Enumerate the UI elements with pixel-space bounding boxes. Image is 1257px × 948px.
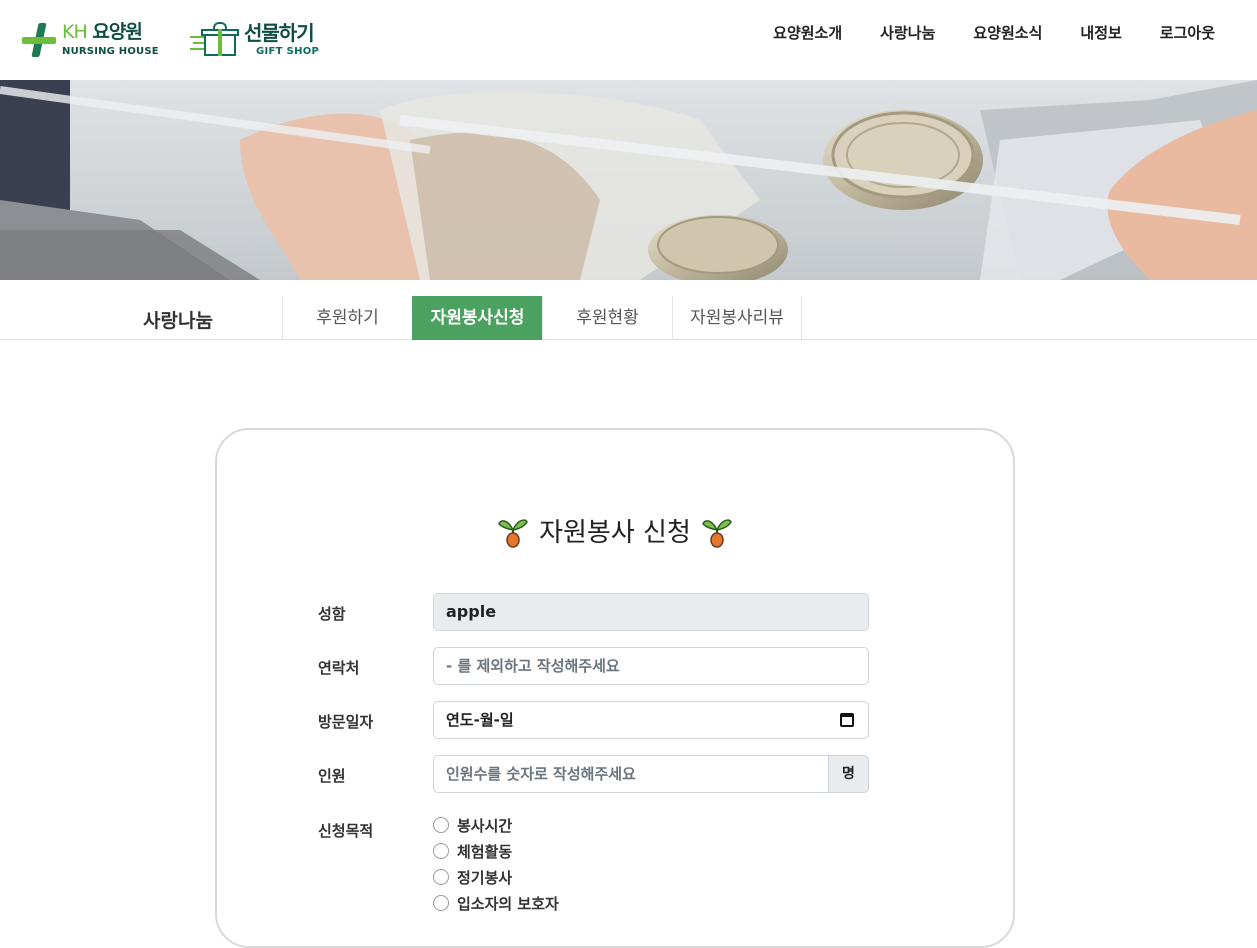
logo-prefix: KH	[62, 21, 88, 43]
radio-label: 체험활동	[457, 842, 513, 861]
nav-about[interactable]: 요양원소개	[754, 22, 861, 44]
gift-box-icon	[190, 22, 240, 58]
nav-news[interactable]: 요양원소식	[954, 22, 1061, 44]
form-title-text: 자원봉사 신청	[539, 518, 691, 548]
nav-logout[interactable]: 로그아웃	[1141, 22, 1215, 44]
section-title: 사랑나눔	[143, 310, 213, 332]
logo-name: 요양원	[92, 21, 142, 43]
header: KH 요양원 NURSING HOUSE 선물하기 GIFT SHOP 요양원소…	[0, 0, 1257, 80]
sub-tabs: 후원하기 자원봉사신청 후원현황 자원봉사리뷰	[282, 296, 802, 340]
purpose-radio-group: 봉사시간 체험활동 정기봉사 입소자의 보호자	[433, 812, 559, 916]
volunteer-form-card: 자원봉사 신청 성함 apple 연락처 - 를 제외하고 작성해주세요 방문일…	[215, 428, 1015, 948]
calendar-icon[interactable]	[840, 713, 854, 727]
cross-logo-icon	[20, 21, 58, 59]
contact-input[interactable]: - 를 제외하고 작성해주세요	[433, 647, 869, 685]
people-label: 인원	[318, 767, 346, 785]
name-field[interactable]: apple	[433, 593, 869, 631]
people-input[interactable]: 인원수를 숫자로 작성해주세요	[433, 755, 829, 793]
purpose-option-guardian[interactable]: 입소자의 보호자	[433, 890, 559, 916]
visit-date-label: 방문일자	[318, 713, 374, 731]
hero-banner	[0, 80, 1257, 280]
donation-box-image	[0, 80, 1257, 280]
gift-shop-logo[interactable]: 선물하기 GIFT SHOP	[190, 20, 319, 60]
tab-donate[interactable]: 후원하기	[282, 296, 412, 340]
visit-date-input[interactable]: 연도-월-일	[433, 701, 869, 739]
radio-label: 봉사시간	[457, 816, 513, 835]
form-title: 자원봉사 신청	[217, 512, 1013, 549]
radio-button[interactable]	[433, 895, 449, 911]
gift-subtitle: GIFT SHOP	[256, 46, 320, 57]
nav-my-info[interactable]: 내정보	[1061, 22, 1140, 44]
sprout-icon	[702, 518, 732, 548]
people-unit: 명	[828, 755, 869, 793]
contact-label: 연락처	[318, 659, 360, 677]
name-label: 성함	[318, 605, 346, 623]
radio-label: 정기봉사	[457, 868, 513, 887]
logo-subtitle: NURSING HOUSE	[62, 46, 159, 57]
nav-sharing[interactable]: 사랑나눔	[861, 22, 954, 44]
purpose-option-regular[interactable]: 정기봉사	[433, 864, 559, 890]
main-nav: 요양원소개 사랑나눔 요양원소식 내정보 로그아웃	[754, 22, 1215, 44]
purpose-label: 신청목적	[318, 822, 374, 840]
purpose-option-experience[interactable]: 체험활동	[433, 838, 559, 864]
radio-button[interactable]	[433, 843, 449, 859]
tab-volunteer-review[interactable]: 자원봉사리뷰	[672, 296, 802, 340]
visit-date-value: 연도-월-일	[446, 711, 514, 729]
radio-button[interactable]	[433, 817, 449, 833]
gift-name: 선물하기	[244, 21, 315, 45]
sub-navigation: 사랑나눔 후원하기 자원봉사신청 후원현황 자원봉사리뷰	[0, 280, 1257, 340]
radio-label: 입소자의 보호자	[457, 894, 559, 913]
tab-volunteer-apply[interactable]: 자원봉사신청	[412, 296, 542, 340]
radio-button[interactable]	[433, 869, 449, 885]
tab-donation-status[interactable]: 후원현황	[542, 296, 672, 340]
nursing-house-logo[interactable]: KH 요양원 NURSING HOUSE	[20, 20, 159, 60]
purpose-option-volunteer-hours[interactable]: 봉사시간	[433, 812, 559, 838]
sprout-icon	[498, 518, 528, 548]
